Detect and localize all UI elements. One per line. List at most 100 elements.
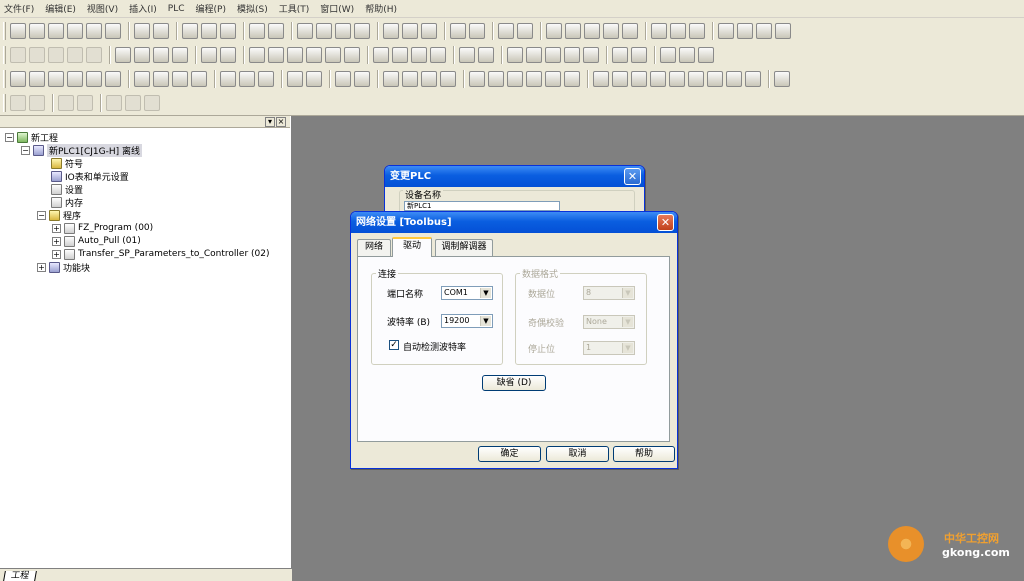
help-button[interactable]: 帮助 xyxy=(613,446,675,462)
toolbar-button-icon[interactable] xyxy=(105,23,121,39)
toolbar-button-icon[interactable] xyxy=(631,47,647,63)
expand-icon[interactable]: + xyxy=(52,236,61,246)
toolbar-button-icon[interactable] xyxy=(201,23,217,39)
toolbar-button-icon[interactable] xyxy=(583,47,599,63)
toolbar-button-icon[interactable] xyxy=(29,95,45,111)
stop-bits-select[interactable]: 1 ▼ xyxy=(583,341,635,355)
toolbar-button-icon[interactable] xyxy=(325,47,341,63)
toolbar-button-icon[interactable] xyxy=(507,71,523,87)
toolbar-button-icon[interactable] xyxy=(478,47,494,63)
menu-simulate[interactable]: 模拟(S) xyxy=(237,2,268,15)
toolbar-button-icon[interactable] xyxy=(86,71,102,87)
toolbar-button-icon[interactable] xyxy=(689,23,705,39)
menu-tools[interactable]: 工具(T) xyxy=(279,2,310,15)
tree-item-memory[interactable]: 内存 xyxy=(51,196,83,209)
toolbar-button-icon[interactable] xyxy=(565,23,581,39)
toolbar-button-icon[interactable] xyxy=(421,71,437,87)
menu-plc[interactable]: PLC xyxy=(168,4,185,14)
toolbar-button-icon[interactable] xyxy=(688,71,704,87)
ok-button[interactable]: 确定 xyxy=(478,446,541,462)
toolbar-button-icon[interactable] xyxy=(526,71,542,87)
toolbar-button-icon[interactable] xyxy=(488,71,504,87)
collapse-icon[interactable]: − xyxy=(21,145,30,155)
tree-item-programs[interactable]: − 程序 xyxy=(37,209,81,222)
menu-window[interactable]: 窗口(W) xyxy=(320,2,354,15)
toolbar-button-icon[interactable] xyxy=(287,47,303,63)
toolbar-button-icon[interactable] xyxy=(134,71,150,87)
toolbar-button-icon[interactable] xyxy=(10,95,26,111)
toolbar-button-icon[interactable] xyxy=(268,47,284,63)
toolbar-button-icon[interactable] xyxy=(669,71,685,87)
toolbar-button-icon[interactable] xyxy=(239,71,255,87)
toolbar-button-icon[interactable] xyxy=(564,47,580,63)
toolbar-button-icon[interactable] xyxy=(287,71,303,87)
toolbar-button-icon[interactable] xyxy=(67,47,83,63)
toolbar-button-icon[interactable] xyxy=(622,23,638,39)
toolbar-button-icon[interactable] xyxy=(344,47,360,63)
toolbar-button-icon[interactable] xyxy=(29,23,45,39)
pane-dropdown-icon[interactable]: ▾ xyxy=(265,117,275,127)
toolbar-button-icon[interactable] xyxy=(450,23,466,39)
toolbar-button-icon[interactable] xyxy=(153,23,169,39)
toolbar-button-icon[interactable] xyxy=(306,47,322,63)
toolbar-grip[interactable] xyxy=(3,70,6,88)
toolbar-button-icon[interactable] xyxy=(545,47,561,63)
toolbar-button-icon[interactable] xyxy=(249,23,265,39)
toolbar-button-icon[interactable] xyxy=(546,23,562,39)
toolbar-button-icon[interactable] xyxy=(249,47,265,63)
toolbar-button-icon[interactable] xyxy=(498,23,514,39)
device-name-field[interactable]: 新PLC1 xyxy=(404,201,560,211)
tab-modem[interactable]: 调制解调器 xyxy=(435,239,493,256)
toolbar-button-icon[interactable] xyxy=(593,71,609,87)
toolbar-button-icon[interactable] xyxy=(153,47,169,63)
parity-select[interactable]: None ▼ xyxy=(583,315,635,329)
toolbar-grip[interactable] xyxy=(3,46,6,64)
toolbar-button-icon[interactable] xyxy=(10,23,26,39)
tab-network[interactable]: 网络 xyxy=(357,239,391,256)
toolbar-button-icon[interactable] xyxy=(10,47,26,63)
toolbar-button-icon[interactable] xyxy=(756,23,772,39)
tree-plc-node[interactable]: − 新PLC1[CJ1G-H] 离线 xyxy=(21,143,142,157)
toolbar-button-icon[interactable] xyxy=(373,47,389,63)
toolbar-button-icon[interactable] xyxy=(48,23,64,39)
toolbar-button-icon[interactable] xyxy=(297,23,313,39)
toolbar-button-icon[interactable] xyxy=(335,71,351,87)
toolbar-button-icon[interactable] xyxy=(430,47,446,63)
menu-insert[interactable]: 插入(I) xyxy=(129,2,157,15)
toolbar-grip[interactable] xyxy=(3,22,6,40)
menu-edit[interactable]: 编辑(E) xyxy=(45,2,76,15)
expand-icon[interactable]: + xyxy=(52,223,61,233)
toolbar-button-icon[interactable] xyxy=(650,71,666,87)
tree-item-io-table[interactable]: IO表和单元设置 xyxy=(51,170,129,183)
tree-program-item[interactable]: + Transfer_SP_Parameters_to_Controller (… xyxy=(52,248,269,260)
toolbar-button-icon[interactable] xyxy=(220,71,236,87)
toolbar-button-icon[interactable] xyxy=(775,23,791,39)
toolbar-button-icon[interactable] xyxy=(67,23,83,39)
toolbar-button-icon[interactable] xyxy=(726,71,742,87)
toolbar-button-icon[interactable] xyxy=(10,71,26,87)
toolbar-button-icon[interactable] xyxy=(507,47,523,63)
tree-program-item[interactable]: + FZ_Program (00) xyxy=(52,222,153,234)
default-button[interactable]: 缺省 (D) xyxy=(482,375,546,391)
toolbar-button-icon[interactable] xyxy=(517,23,533,39)
toolbar-button-icon[interactable] xyxy=(191,71,207,87)
toolbar-button-icon[interactable] xyxy=(29,71,45,87)
close-icon[interactable]: ✕ xyxy=(624,168,641,185)
toolbar-button-icon[interactable] xyxy=(335,23,351,39)
toolbar-button-icon[interactable] xyxy=(737,23,753,39)
toolbar-button-icon[interactable] xyxy=(354,23,370,39)
menu-view[interactable]: 视图(V) xyxy=(87,2,118,15)
toolbar-button-icon[interactable] xyxy=(220,47,236,63)
toolbar-button-icon[interactable] xyxy=(679,47,695,63)
toolbar-button-icon[interactable] xyxy=(670,23,686,39)
tree-item-settings[interactable]: 设置 xyxy=(51,183,83,196)
toolbar-button-icon[interactable] xyxy=(134,23,150,39)
tree-root[interactable]: − 新工程 xyxy=(5,131,58,144)
close-icon[interactable]: ✕ xyxy=(657,214,674,231)
toolbar-button-icon[interactable] xyxy=(612,71,628,87)
toolbar-button-icon[interactable] xyxy=(564,71,580,87)
data-bits-select[interactable]: 8 ▼ xyxy=(583,286,635,300)
auto-detect-checkbox[interactable]: ✓ xyxy=(389,340,399,350)
toolbar-button-icon[interactable] xyxy=(402,71,418,87)
toolbar-grip[interactable] xyxy=(3,94,6,112)
